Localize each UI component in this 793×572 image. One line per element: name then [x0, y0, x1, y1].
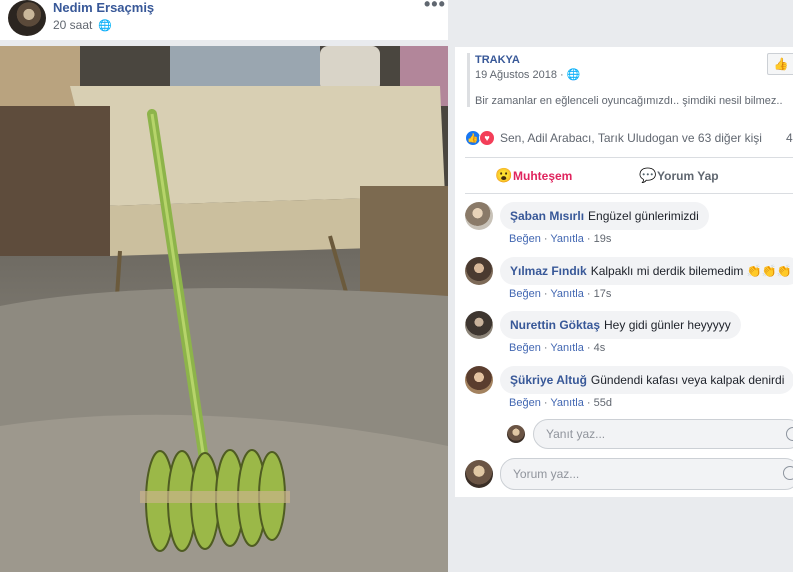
- comment-placeholder: Yorum yaz...: [513, 467, 580, 481]
- amazing-reaction-button[interactable]: 😮Muhteşem: [495, 164, 572, 186]
- post-time[interactable]: 20 saat: [53, 18, 92, 32]
- camera-icon[interactable]: [786, 427, 793, 441]
- reactors-names[interactable]: Sen, Adil Arabacı, Tarık Uludogan ve 63 …: [500, 131, 762, 145]
- commenter-name[interactable]: Şaban Mısırlı: [510, 209, 584, 223]
- like-page-button[interactable]: 👍: [767, 53, 793, 75]
- reactions-summary[interactable]: 👍 ♥ Sen, Adil Arabacı, Tarık Uludogan ve…: [465, 129, 793, 153]
- comment-input[interactable]: Yorum yaz...: [500, 458, 793, 490]
- commenter-name[interactable]: Nurettin Göktaş: [510, 318, 600, 332]
- commenter-avatar[interactable]: [465, 311, 493, 339]
- like-comment-link[interactable]: Beğen: [509, 397, 541, 409]
- commenter-avatar[interactable]: [465, 257, 493, 285]
- shared-caption: Bir zamanlar en eğlenceli oyuncağımızdı.…: [475, 95, 783, 107]
- shared-date: 19 Ağustos 2018 · 🌐: [475, 69, 581, 81]
- comment-compose-row: Yorum yaz...: [465, 458, 793, 490]
- comment-text: Kalpaklı mi derdik bilemedim 👏👏👏: [590, 264, 792, 278]
- reply-link[interactable]: Yanıtla: [550, 342, 583, 354]
- post-header: Nedim Ersaçmiş 20 saat 🌐 •••: [0, 0, 448, 40]
- comment-text: Engüzel günlerimizdi: [588, 209, 699, 223]
- comment-age[interactable]: 19s: [594, 233, 612, 245]
- shared-page-name[interactable]: TRAKYA: [475, 54, 520, 66]
- comment-bubble: Nurettin Göktaş Hey gidi günler heyyyyy: [500, 311, 741, 339]
- commenter-avatar[interactable]: [465, 366, 493, 394]
- author-name[interactable]: Nedim Ersaçmiş: [53, 0, 154, 15]
- author-avatar[interactable]: [8, 0, 46, 36]
- more-options-icon[interactable]: •••: [424, 0, 446, 15]
- my-avatar: [465, 460, 493, 488]
- comment-age[interactable]: 55d: [594, 397, 612, 409]
- shared-date-text[interactable]: 19 Ağustos 2018: [475, 69, 557, 81]
- divider: [465, 157, 793, 158]
- comment-bubble: Şaban Mısırlı Engüzel günlerimizdi: [500, 202, 709, 230]
- comment-count[interactable]: 4: [786, 131, 793, 145]
- reply-link[interactable]: Yanıtla: [550, 288, 583, 300]
- comment-actions: Beğen · Yanıtla · 55d: [509, 397, 612, 409]
- reply-placeholder: Yanıt yaz...: [546, 427, 606, 441]
- like-comment-link[interactable]: Beğen: [509, 342, 541, 354]
- commenter-avatar[interactable]: [465, 202, 493, 230]
- divider: [465, 193, 793, 194]
- photo-illustration: [0, 46, 448, 572]
- my-avatar: [507, 425, 525, 443]
- comment-actions: Beğen · Yanıtla · 4s: [509, 342, 606, 354]
- comment-button[interactable]: 💬Yorum Yap: [639, 164, 719, 186]
- globe-icon: 🌐: [566, 69, 581, 81]
- reply-input[interactable]: Yanıt yaz...: [533, 419, 793, 449]
- reply-row: Yanıt yaz...: [507, 419, 793, 449]
- amazing-label: Muhteşem: [513, 169, 573, 183]
- globe-icon: 🌐: [98, 20, 112, 32]
- comment-bubble-icon: 💬: [639, 167, 657, 183]
- shared-quote-bar: [467, 53, 470, 107]
- love-reaction-icon: ♥: [479, 130, 495, 146]
- comment-label: Yorum Yap: [657, 169, 719, 183]
- amazed-emoji-icon: 😮: [495, 167, 513, 183]
- like-comment-link[interactable]: Beğen: [509, 288, 541, 300]
- reply-link[interactable]: Yanıtla: [550, 233, 583, 245]
- comment-actions: Beğen · Yanıtla · 19s: [509, 233, 612, 245]
- thumbs-up-icon: 👍: [773, 57, 789, 71]
- comment-age[interactable]: 17s: [594, 288, 612, 300]
- post-photo[interactable]: [0, 46, 448, 572]
- like-comment-link[interactable]: Beğen: [509, 233, 541, 245]
- comment-bubble: Şükriye Altuğ Gündendi kafası veya kalpak…: [500, 366, 793, 394]
- commenter-name[interactable]: Şükriye Altuğ: [510, 373, 587, 387]
- comment-age[interactable]: 4s: [594, 342, 606, 354]
- comment-text: Hey gidi günler heyyyyy: [604, 318, 731, 332]
- comment-item: Nurettin Göktaş Hey gidi günler heyyyyy B…: [465, 311, 793, 357]
- comment-text: Gündendi kafası veya kalpak denirdi: [590, 373, 785, 387]
- commenter-name[interactable]: Yılmaz Fındık: [510, 264, 587, 278]
- camera-icon[interactable]: [783, 466, 793, 480]
- comment-item: Yılmaz Fındık Kalpaklı mi derdik bilemedi…: [465, 257, 793, 303]
- comment-actions: Beğen · Yanıtla · 17s: [509, 288, 612, 300]
- post-side-panel: TRAKYA 19 Ağustos 2018 · 🌐 Bir zamanlar …: [455, 47, 793, 497]
- reply-link[interactable]: Yanıtla: [550, 397, 583, 409]
- comment-bubble: Yılmaz Fındık Kalpaklı mi derdik bilemedi…: [500, 257, 793, 285]
- comment-item: Şükriye Altuğ Gündendi kafası veya kalpak…: [465, 366, 793, 412]
- comment-item: Şaban Mısırlı Engüzel günlerimizdi Beğen …: [465, 202, 793, 248]
